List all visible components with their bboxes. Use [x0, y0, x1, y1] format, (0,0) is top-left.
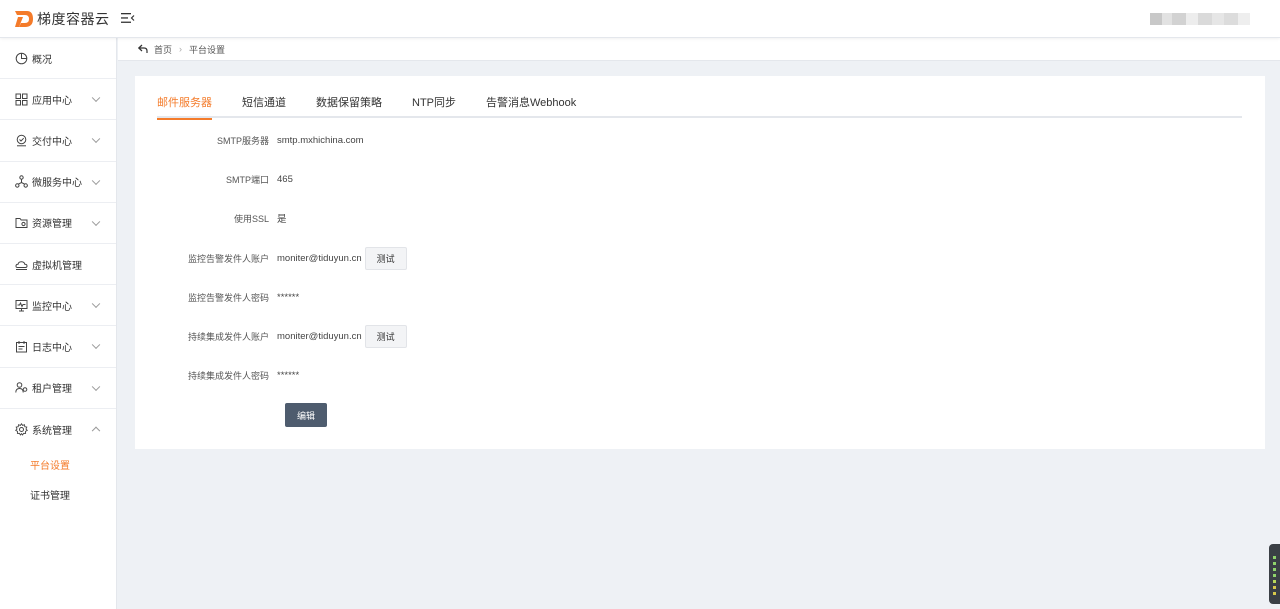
- sidebar-item-label: 租户管理: [32, 384, 72, 396]
- sidebar-subitem-platform-settings[interactable]: 平台设置: [0, 450, 116, 480]
- sidebar-item-monitoring-center[interactable]: 监控中心: [0, 285, 116, 327]
- menu-toggle-icon[interactable]: [121, 12, 135, 24]
- sidebar-item-label: 微服务中心: [32, 178, 82, 190]
- gear-icon: [15, 422, 28, 436]
- chevron-down-icon: [91, 135, 101, 144]
- tab-sms-channel[interactable]: 短信通道: [242, 96, 286, 118]
- sidebar-item-app-center[interactable]: 应用中心: [0, 79, 116, 121]
- user-avatar-blurred[interactable]: [1150, 13, 1250, 25]
- ci-password-label: 持续集成发件人密码: [187, 370, 269, 381]
- tab-ntp-sync[interactable]: NTP同步: [412, 96, 456, 118]
- smtp-server-value: smtp.mxhichina.com: [277, 134, 364, 146]
- logo-text: 梯度容器云: [37, 12, 110, 28]
- test-ci-account-button[interactable]: 测试: [364, 324, 407, 348]
- logo-icon: [15, 11, 33, 27]
- monitor-password-label: 监控告警发件人密码: [187, 292, 269, 303]
- form-row-smtp-server: SMTP服务器 smtp.mxhichina.com: [135, 128, 364, 152]
- form-row-smtp-port: SMTP端口 465: [135, 167, 293, 191]
- form-row-use-ssl: 使用SSL 是: [135, 206, 287, 230]
- delivery-icon: [16, 134, 27, 147]
- settings-card: 邮件服务器 短信通道 数据保留策略 NTP同步 告警消息Webhook SMTP…: [135, 76, 1265, 449]
- breadcrumb-current: 平台设置: [189, 44, 226, 55]
- monitor-password-value: ******: [277, 291, 300, 303]
- sidebar-item-overview[interactable]: 概况: [0, 38, 116, 80]
- sidebar-item-label: 资源管理: [32, 219, 72, 231]
- smtp-port-value: 465: [277, 173, 293, 185]
- sidebar-item-vm-management[interactable]: 虚拟机管理: [0, 244, 116, 286]
- floating-widget[interactable]: [1269, 544, 1280, 604]
- sidebar-subitem-certificate-management[interactable]: 证书管理: [0, 480, 116, 510]
- logo[interactable]: 梯度容器云: [14, 9, 110, 29]
- edit-button[interactable]: 编辑: [285, 403, 327, 427]
- ci-account-label: 持续集成发件人账户: [187, 331, 269, 342]
- sidebar-item-label: 概况: [32, 54, 52, 66]
- grid-icon: [15, 93, 28, 106]
- chevron-down-icon: [91, 176, 101, 185]
- sidebar-item-label: 日志中心: [32, 342, 72, 354]
- tab-data-retention[interactable]: 数据保留策略: [316, 96, 382, 118]
- form-row-ci-password: 持续集成发件人密码 ******: [135, 363, 299, 387]
- form-row-ci-account: 持续集成发件人账户 moniter@tiduyun.cn 测试: [135, 324, 407, 348]
- chevron-down-icon: [91, 340, 101, 350]
- form-row-monitor-password: 监控告警发件人密码 ******: [135, 285, 299, 309]
- sidebar-item-system-management[interactable]: 系统管理: [0, 409, 116, 450]
- calendar-icon: [16, 340, 27, 353]
- breadcrumb: 首页 › 平台设置: [118, 38, 1280, 61]
- sidebar: 概况 应用中心 交付中心 微服务中心 资源管理 虚拟机管理 监控中心 日志中心 …: [0, 38, 117, 609]
- network-icon: [15, 175, 28, 188]
- breadcrumb-separator-icon: ›: [179, 44, 183, 54]
- back-arrow-icon[interactable]: [138, 44, 148, 54]
- use-ssl-label: 使用SSL: [233, 213, 269, 224]
- sidebar-item-label: 应用中心: [32, 95, 72, 107]
- sidebar-item-label: 虚拟机管理: [32, 260, 82, 272]
- use-ssl-value: 是: [277, 214, 287, 225]
- ci-account-value: moniter@tiduyun.cn: [277, 330, 362, 342]
- monitor-icon: [15, 299, 28, 312]
- sidebar-item-resource-management[interactable]: 资源管理: [0, 203, 116, 244]
- smtp-port-label: SMTP端口: [225, 174, 269, 185]
- pie-chart-icon: [15, 52, 28, 64]
- ci-password-value: ******: [277, 369, 300, 381]
- tab-alert-webhook[interactable]: 告警消息Webhook: [486, 96, 576, 118]
- breadcrumb-home[interactable]: 首页: [154, 43, 172, 56]
- sidebar-item-log-center[interactable]: 日志中心: [0, 326, 116, 368]
- sidebar-item-microservice-center[interactable]: 微服务中心: [0, 162, 116, 203]
- chevron-up-icon: [91, 426, 101, 436]
- sidebar-item-tenant-management[interactable]: 租户管理: [0, 368, 116, 409]
- monitor-account-value: moniter@tiduyun.cn: [277, 252, 362, 264]
- tab-bar: 邮件服务器 短信通道 数据保留策略 NTP同步 告警消息Webhook: [157, 96, 1242, 120]
- tab-mail-server[interactable]: 邮件服务器: [157, 96, 212, 120]
- users-icon: [15, 382, 28, 393]
- chevron-down-icon: [91, 299, 101, 309]
- sidebar-item-label: 系统管理: [32, 425, 72, 437]
- test-monitor-account-button[interactable]: 测试: [364, 246, 407, 270]
- form-row-monitor-account: 监控告警发件人账户 moniter@tiduyun.cn 测试: [135, 246, 407, 270]
- monitor-account-label: 监控告警发件人账户: [187, 253, 269, 264]
- cloud-icon: [15, 260, 28, 270]
- smtp-server-label: SMTP服务器: [216, 135, 269, 146]
- top-header: 梯度容器云: [0, 0, 1280, 38]
- sidebar-item-delivery-center[interactable]: 交付中心: [0, 120, 116, 162]
- chevron-down-icon: [91, 93, 101, 103]
- folder-icon: [15, 218, 28, 229]
- chevron-down-icon: [91, 382, 101, 391]
- sidebar-item-label: 交付中心: [32, 136, 72, 148]
- sidebar-item-label: 监控中心: [32, 301, 72, 313]
- chevron-down-icon: [91, 217, 101, 226]
